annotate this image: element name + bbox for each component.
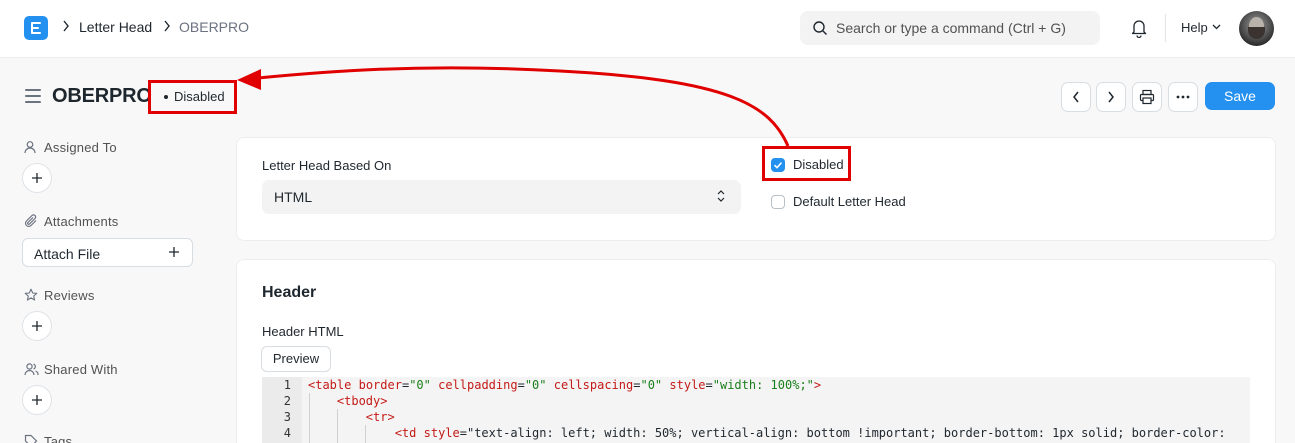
annotation-arrow [237,66,790,147]
